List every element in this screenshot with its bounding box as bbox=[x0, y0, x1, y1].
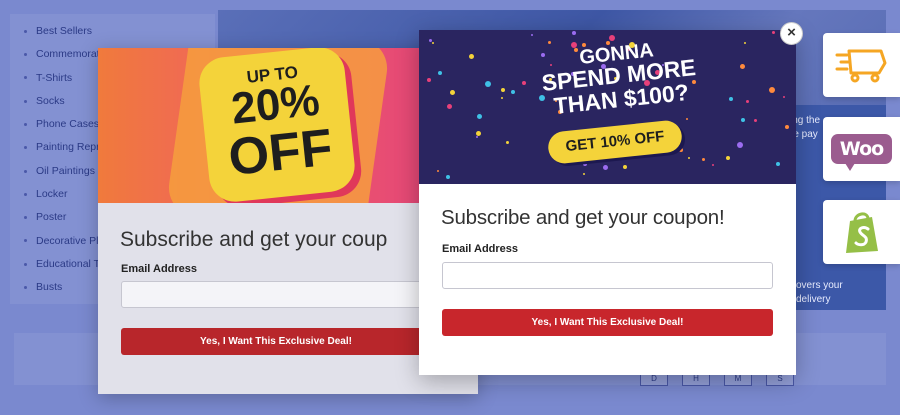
bullet-icon bbox=[24, 169, 27, 173]
confetti-dot bbox=[679, 148, 683, 152]
sidebar-item-label: Oil Paintings bbox=[36, 164, 95, 177]
email-label: Email Address bbox=[442, 243, 519, 255]
sidebar-item-label: Decorative Plat bbox=[36, 234, 108, 247]
confetti-dot bbox=[446, 175, 450, 179]
sidebar-item-label: T-Shirts bbox=[36, 71, 73, 84]
confetti-dot bbox=[702, 158, 705, 161]
confetti-dot bbox=[447, 104, 452, 109]
confetti-dot bbox=[571, 42, 577, 48]
confetti-dot bbox=[776, 162, 780, 166]
email-field[interactable] bbox=[121, 281, 431, 308]
confetti-dot bbox=[450, 90, 455, 95]
confetti-dot bbox=[783, 96, 785, 98]
shopify-app-card[interactable] bbox=[823, 200, 900, 264]
sidebar-item-label: Busts bbox=[36, 281, 63, 294]
sidebar-item-label: Best Sellers bbox=[36, 25, 93, 37]
coupon-popup: GONNA SPEND MORE THAN $100? GET 10% OFF … bbox=[419, 30, 796, 375]
confetti-dot bbox=[769, 87, 775, 93]
confetti-dot bbox=[469, 54, 474, 59]
confetti-dot bbox=[609, 35, 615, 41]
confetti-dot bbox=[548, 41, 551, 44]
bullet-icon bbox=[24, 76, 27, 80]
confetti-dot bbox=[688, 157, 690, 159]
sidebar-item-label: Socks bbox=[36, 94, 65, 107]
confetti-dot bbox=[772, 31, 775, 34]
sidebar-item-label: Poster bbox=[36, 211, 67, 224]
confetti-dot bbox=[740, 64, 745, 69]
confetti-dot bbox=[437, 170, 439, 172]
popup-title: Subscribe and get your coupon! bbox=[441, 206, 725, 229]
delivery-app-card[interactable] bbox=[823, 33, 900, 97]
confetti-dot bbox=[744, 42, 746, 44]
sidebar-item-label: Phone Cases bbox=[36, 118, 100, 131]
woocommerce-icon: Woo bbox=[830, 134, 893, 171]
bullet-icon bbox=[24, 262, 27, 266]
confetti-dot bbox=[432, 42, 434, 44]
confetti-dot bbox=[741, 118, 745, 122]
promo-banner: GONNA SPEND MORE THAN $100? GET 10% OFF bbox=[419, 30, 796, 184]
confetti-dot bbox=[754, 119, 757, 122]
confetti-dot bbox=[737, 142, 743, 148]
shopify-icon bbox=[845, 212, 878, 253]
confetti-dot bbox=[572, 31, 576, 35]
confetti-dot bbox=[429, 39, 432, 42]
email-label: Email Address bbox=[121, 263, 198, 275]
email-input[interactable] bbox=[442, 262, 773, 289]
confetti-dot bbox=[506, 141, 509, 144]
confetti-dot bbox=[511, 90, 515, 94]
confetti-dot bbox=[746, 100, 749, 103]
confetti-dot bbox=[477, 114, 482, 119]
confetti-dot bbox=[427, 78, 431, 82]
bullet-icon bbox=[24, 285, 27, 289]
confetti-dot bbox=[785, 125, 789, 129]
claim-deal-button[interactable]: Yes, I Want This Exclusive Deal! bbox=[442, 309, 773, 336]
bullet-icon bbox=[24, 192, 27, 196]
confetti-dot bbox=[476, 136, 478, 138]
hero-text: delivery bbox=[796, 294, 831, 305]
confetti-dot bbox=[531, 34, 533, 36]
close-icon[interactable]: × bbox=[780, 22, 803, 45]
bullet-icon bbox=[24, 216, 27, 220]
promo-headline: GONNA SPEND MORE THAN $100? bbox=[516, 34, 722, 122]
bullet-icon bbox=[24, 239, 27, 243]
bullet-icon bbox=[24, 53, 27, 57]
popup-title: Subscribe and get your coup bbox=[120, 228, 388, 251]
sidebar-item[interactable]: Best Sellers bbox=[24, 22, 215, 45]
confetti-dot bbox=[476, 131, 481, 136]
delivery-truck-icon bbox=[835, 49, 886, 83]
badge-line-off: OFF bbox=[225, 118, 336, 188]
confetti-dot bbox=[686, 118, 688, 120]
bullet-icon bbox=[24, 29, 27, 33]
claim-deal-button[interactable]: Yes, I Want This Exclusive Deal! bbox=[121, 328, 431, 355]
confetti-dot bbox=[583, 173, 585, 175]
confetti-dot bbox=[438, 71, 442, 75]
confetti-dot bbox=[729, 97, 733, 101]
woocommerce-label: Woo bbox=[839, 138, 884, 160]
confetti-dot bbox=[583, 162, 587, 166]
confetti-dot bbox=[485, 81, 491, 87]
bullet-icon bbox=[24, 99, 27, 103]
confetti-dot bbox=[603, 165, 608, 170]
confetti-dot bbox=[712, 164, 714, 166]
hero-text: overs your bbox=[796, 280, 843, 291]
confetti-dot bbox=[501, 97, 503, 99]
sidebar-item-label: Locker bbox=[36, 188, 68, 201]
woocommerce-app-card[interactable]: Woo bbox=[823, 117, 900, 181]
confetti-dot bbox=[726, 156, 730, 160]
confetti-dot bbox=[623, 165, 627, 169]
confetti-dot bbox=[501, 88, 505, 92]
bullet-icon bbox=[24, 122, 27, 126]
bullet-icon bbox=[24, 146, 27, 150]
